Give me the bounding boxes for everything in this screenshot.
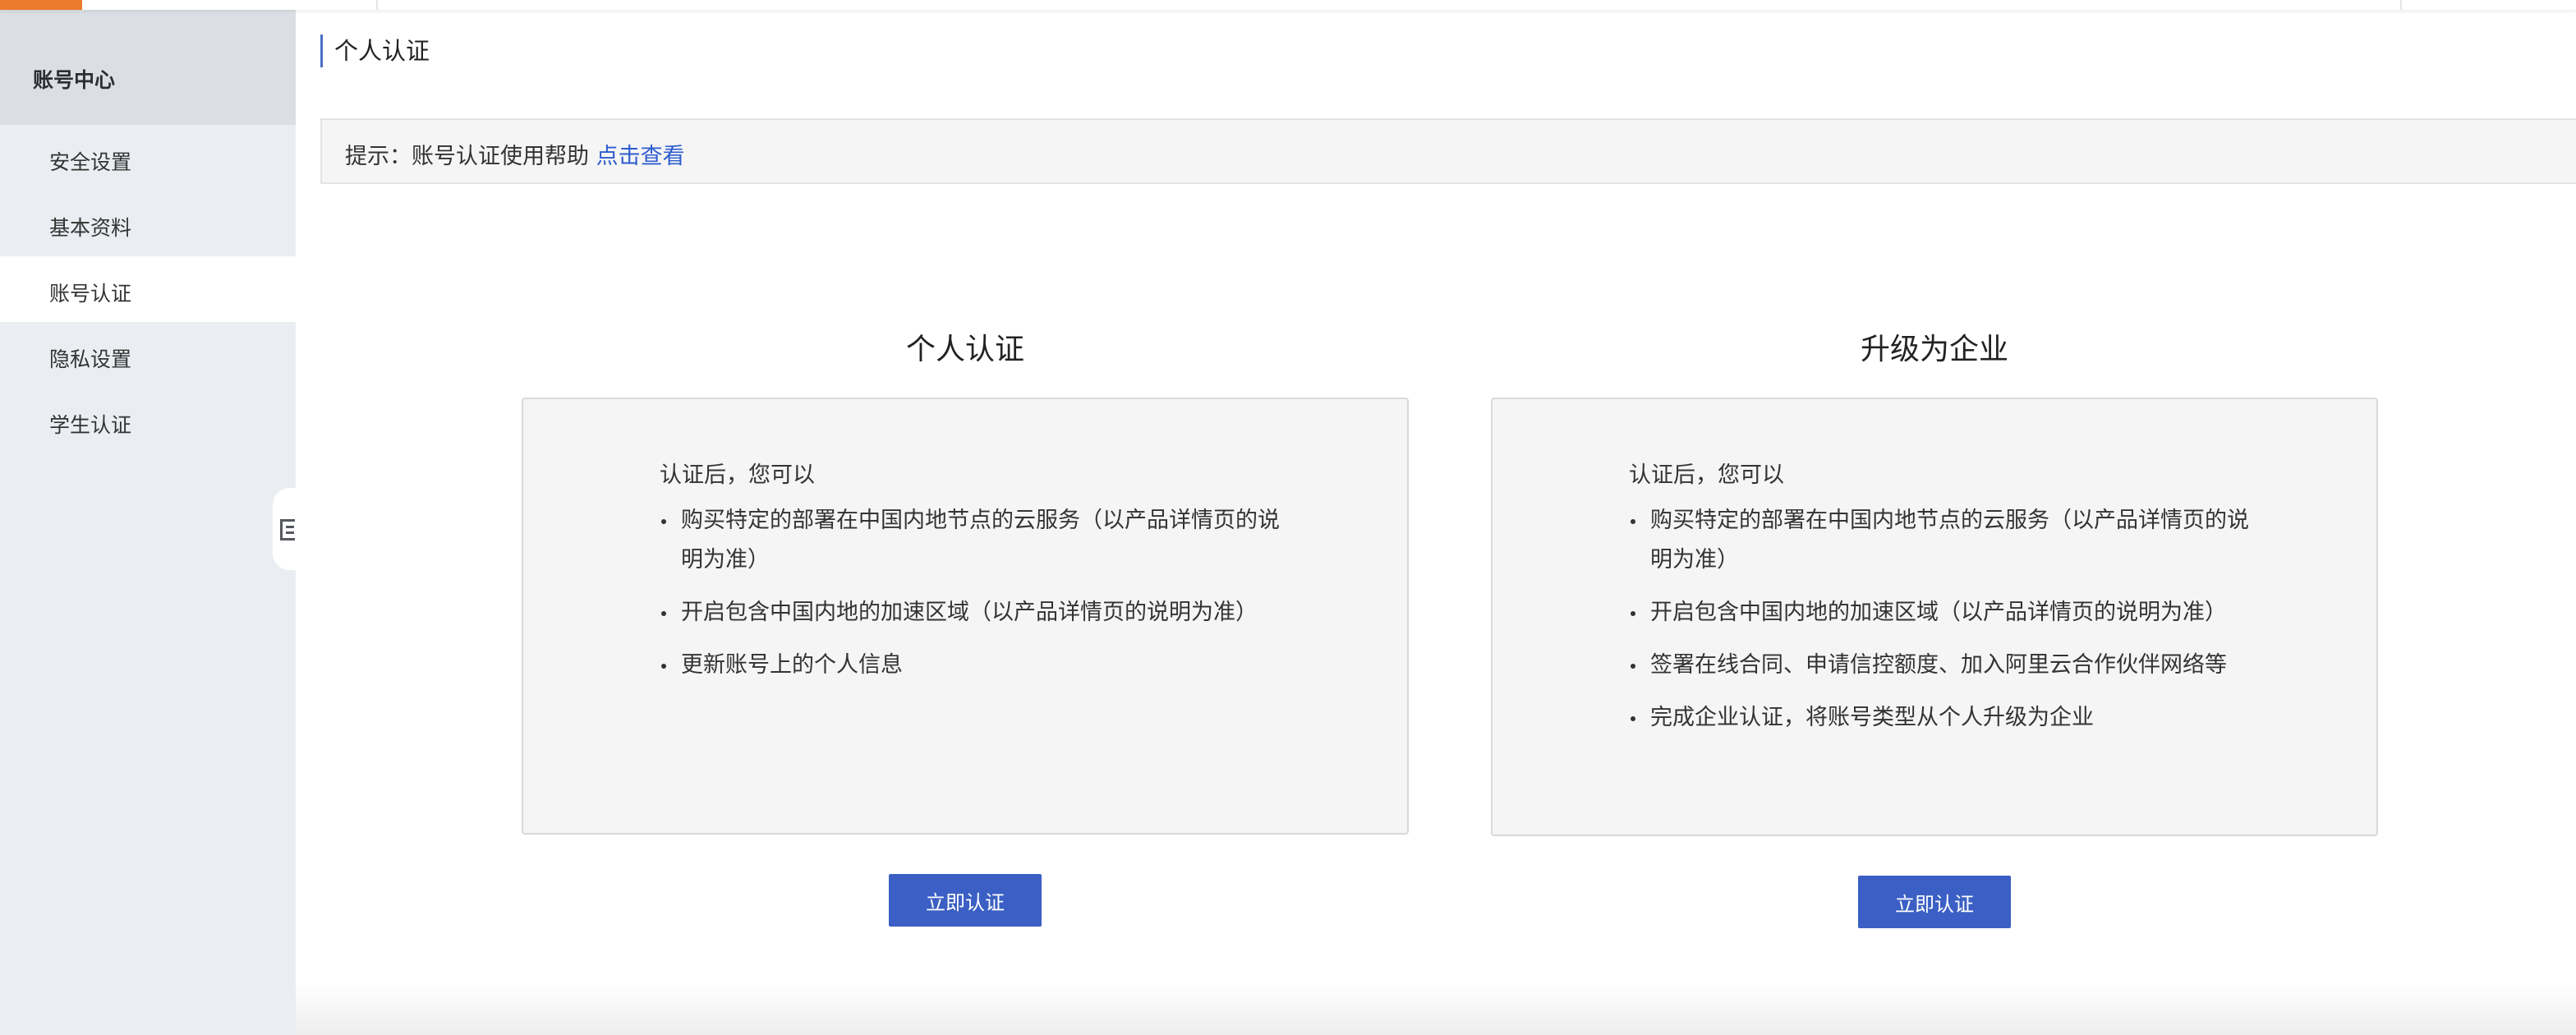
tip-bar: 提示：账号认证使用帮助 点击查看 bbox=[320, 118, 2576, 184]
card-title-enterprise: 升级为企业 bbox=[1860, 333, 2008, 366]
sidebar-item-security-settings[interactable]: 安全设置 bbox=[0, 125, 296, 191]
footer-shadow bbox=[296, 982, 2576, 1035]
brand-logo[interactable] bbox=[0, 0, 82, 10]
card-intro: 认证后，您可以 bbox=[660, 462, 815, 488]
sidebar-item-privacy-settings[interactable]: 隐私设置 bbox=[0, 322, 296, 388]
card-title-personal: 个人认证 bbox=[905, 333, 1024, 366]
sidebar-header: 账号中心 bbox=[0, 10, 296, 125]
card-intro: 认证后，您可以 bbox=[1629, 462, 1784, 488]
list-item: 开启包含中国内地的加速区域（以产品详情页的说明为准） bbox=[1629, 593, 2253, 632]
verify-now-button-enterprise[interactable]: 立即认证 bbox=[1858, 876, 2011, 928]
sidebar-item-basic-info[interactable]: 基本资料 bbox=[0, 191, 296, 256]
sidebar-item-label: 学生认证 bbox=[49, 413, 132, 437]
sidebar-title: 账号中心 bbox=[33, 68, 116, 92]
card-upgrade-enterprise: 认证后，您可以 购买特定的部署在中国内地节点的云服务（以产品详情页的说明为准） … bbox=[1491, 398, 2378, 836]
list-item: 购买特定的部署在中国内地节点的云服务（以产品详情页的说明为准） bbox=[1629, 501, 2253, 580]
help-link[interactable]: 点击查看 bbox=[596, 144, 685, 169]
card-personal-verification: 认证后，您可以 购买特定的部署在中国内地节点的云服务（以产品详情页的说明为准） … bbox=[522, 398, 1409, 835]
verify-now-button-personal[interactable]: 立即认证 bbox=[889, 874, 1042, 927]
sidebar-item-student-verification[interactable]: 学生认证 bbox=[0, 388, 296, 453]
sidebar-item-label: 账号认证 bbox=[49, 282, 132, 306]
main-content: 个人认证 提示：账号认证使用帮助 点击查看 个人认证 认证后，您可以 购买特定的… bbox=[296, 10, 2576, 987]
benefit-list: 购买特定的部署在中国内地节点的云服务（以产品详情页的说明为准） 开启包含中国内地… bbox=[1629, 501, 2253, 751]
sidebar-item-account-verification[interactable]: 账号认证 bbox=[0, 256, 296, 322]
list-item: 完成企业认证，将账号类型从个人升级为企业 bbox=[1629, 698, 2253, 738]
tip-text: 提示：账号认证使用帮助 bbox=[345, 144, 589, 169]
list-item: 签署在线合同、申请信控额度、加入阿里云合作伙伴网络等 bbox=[1629, 646, 2253, 685]
sidebar-collapse-icon bbox=[280, 519, 295, 540]
list-item: 开启包含中国内地的加速区域（以产品详情页的说明为准） bbox=[660, 593, 1284, 632]
sidebar-item-label: 基本资料 bbox=[49, 216, 132, 240]
sidebar-collapse-button[interactable] bbox=[273, 488, 297, 570]
sidebar-item-label: 隐私设置 bbox=[49, 347, 132, 371]
sidebar-item-label: 安全设置 bbox=[49, 150, 132, 174]
benefit-list: 购买特定的部署在中国内地节点的云服务（以产品详情页的说明为准） 开启包含中国内地… bbox=[660, 501, 1284, 698]
sidebar: 账号中心 安全设置 基本资料 账号认证 隐私设置 学生认证 bbox=[0, 0, 296, 1035]
list-item: 购买特定的部署在中国内地节点的云服务（以产品详情页的说明为准） bbox=[660, 501, 1284, 580]
top-divider bbox=[2400, 0, 2402, 10]
list-item: 更新账号上的个人信息 bbox=[660, 646, 1284, 685]
page-title: 个人认证 bbox=[320, 34, 430, 67]
top-bar bbox=[0, 0, 2576, 10]
top-divider bbox=[376, 0, 378, 10]
